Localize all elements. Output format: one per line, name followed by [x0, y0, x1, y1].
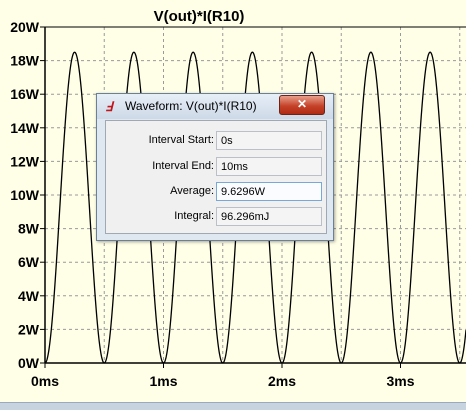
y-tick-label: 0W: [18, 355, 40, 371]
y-tick-label: 2W: [18, 321, 40, 337]
integral-row: Integral: 96.296mJ: [106, 206, 326, 228]
interval-end-label: Interval End:: [152, 160, 214, 172]
y-tick-label: 10W: [10, 187, 40, 203]
y-tick-label: 12W: [10, 153, 40, 169]
close-icon: ✕: [296, 97, 308, 111]
y-tick-label: 6W: [18, 254, 40, 270]
y-tick-label: 14W: [10, 120, 40, 136]
dialog-client: Interval Start: 0s Interval End: 10ms Av…: [105, 120, 327, 234]
average-field[interactable]: 9.6296W: [216, 182, 322, 201]
close-button[interactable]: ✕: [279, 95, 325, 115]
x-tick-label: 1ms: [149, 373, 177, 389]
plot-title: V(out)*I(R10): [154, 8, 245, 25]
interval-start-label: Interval Start:: [148, 134, 214, 146]
interval-end-row: Interval End: 10ms: [106, 156, 326, 178]
average-row: Average: 9.6296W: [106, 181, 326, 203]
average-label: Average:: [170, 185, 214, 197]
x-tick-label: 2ms: [268, 373, 296, 389]
integral-label: Integral:: [174, 210, 214, 222]
x-tick-label: 3ms: [386, 373, 414, 389]
ltspice-logo-icon: Ⅎ: [105, 99, 113, 114]
y-tick-label: 4W: [18, 288, 40, 304]
dialog-title: Waveform: V(out)*I(R10): [125, 99, 257, 113]
waveform-dialog[interactable]: Ⅎ Waveform: V(out)*I(R10) ✕ Interval Sta…: [96, 93, 334, 241]
interval-start-field[interactable]: 0s: [216, 131, 322, 150]
integral-field[interactable]: 96.296mJ: [216, 207, 322, 226]
dialog-titlebar[interactable]: Ⅎ Waveform: V(out)*I(R10) ✕: [97, 94, 333, 119]
x-tick-label: 0ms: [31, 373, 59, 389]
interval-start-row: Interval Start: 0s: [106, 130, 326, 152]
y-tick-label: 20W: [10, 19, 40, 35]
interval-end-field[interactable]: 10ms: [216, 157, 322, 176]
y-tick-label: 18W: [10, 53, 40, 69]
y-tick-label: 16W: [10, 86, 40, 102]
y-tick-label: 8W: [18, 221, 40, 237]
